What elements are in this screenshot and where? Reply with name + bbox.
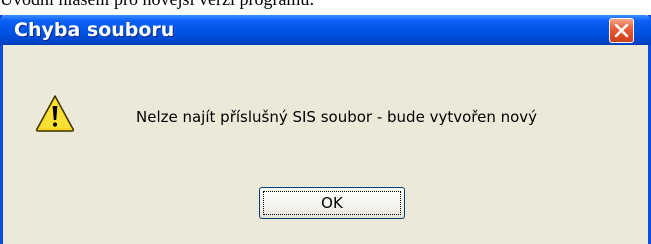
dialog-message: Nelze najít příslušný SIS soubor - bude …	[136, 108, 538, 126]
document-text-line: Úvodní hlášení pro novější verzi program…	[0, 0, 314, 9]
close-icon	[614, 23, 629, 38]
error-dialog: Chyba souboru Nelze najít příslušný SIS …	[0, 15, 651, 244]
warning-icon	[35, 95, 75, 132]
ok-button-label: OK	[321, 194, 343, 212]
ok-button[interactable]: OK	[259, 187, 405, 219]
page: Úvodní hlášení pro novější verzi program…	[0, 0, 651, 244]
close-button[interactable]	[609, 18, 634, 43]
dialog-titlebar[interactable]: Chyba souboru	[0, 15, 651, 45]
dialog-title: Chyba souboru	[14, 19, 175, 41]
